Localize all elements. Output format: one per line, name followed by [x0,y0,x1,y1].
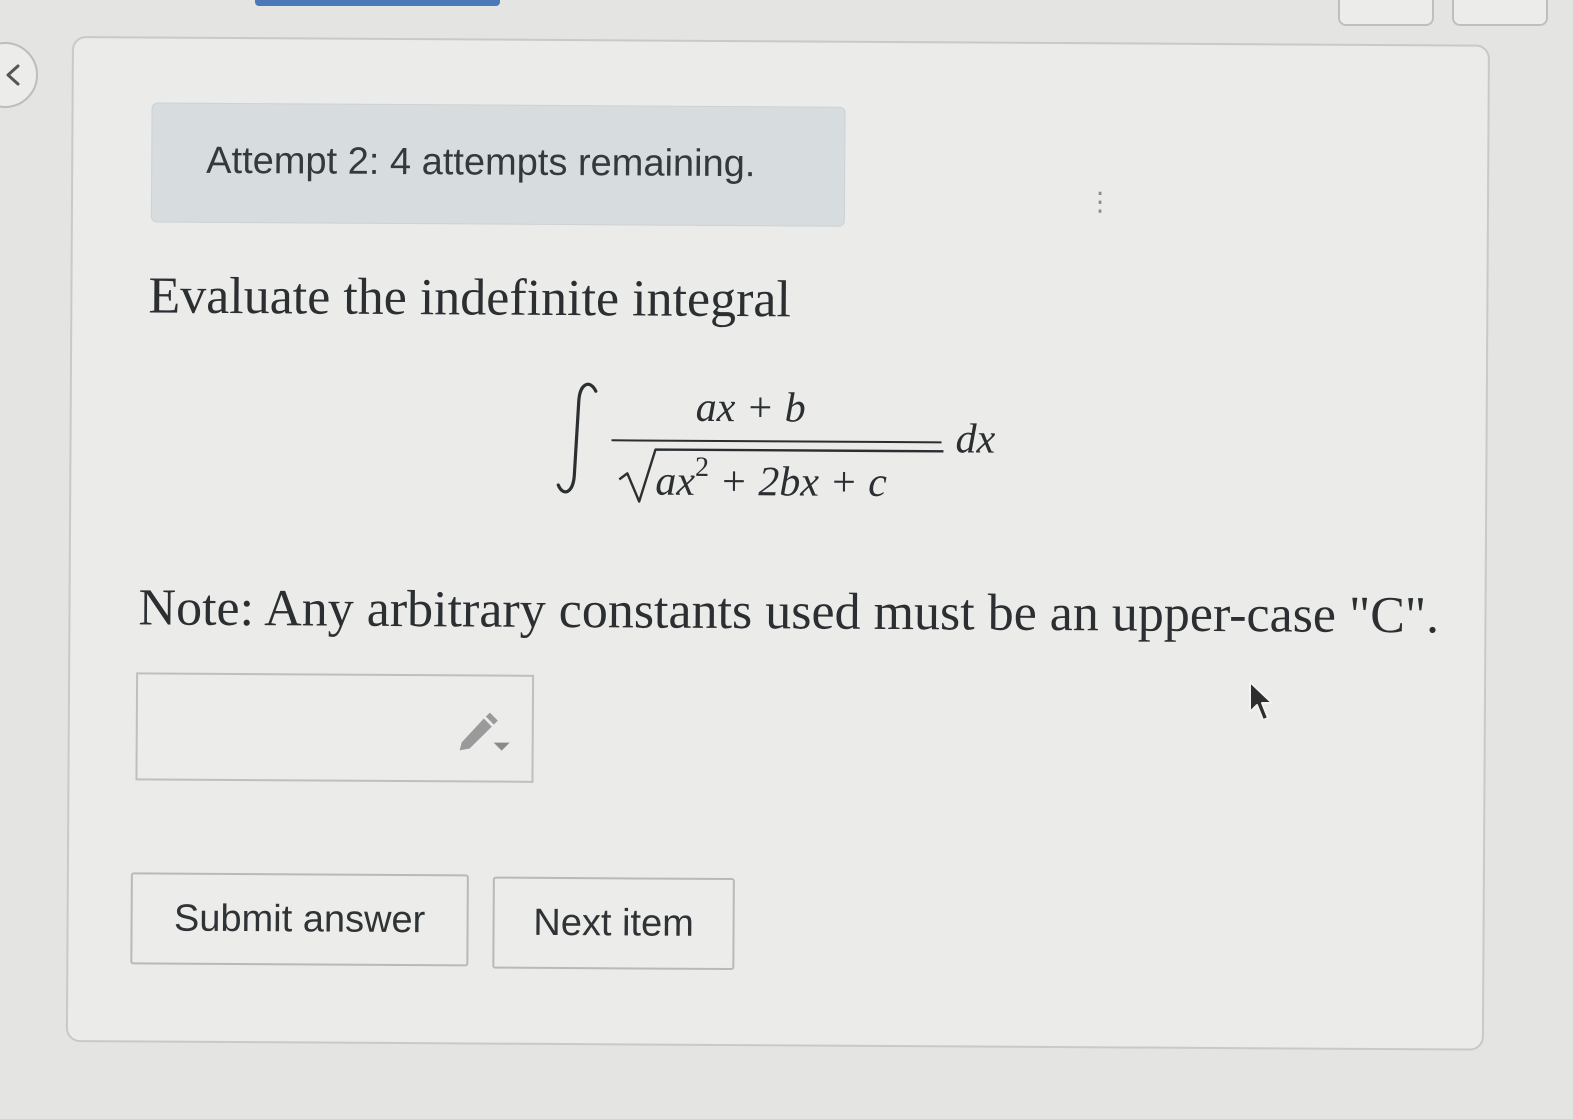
back-button[interactable] [0,42,38,108]
question-card: Attempt 2: 4 attempts remaining. ⋮ Evalu… [65,36,1490,1051]
formula-numerator: ax + b [695,384,806,432]
integral-sign-icon [556,382,598,494]
formula-differential: dx [955,416,996,463]
question-prompt: Evaluate the indefinite integral [148,267,792,329]
top-toolbar-button-1[interactable] [1338,0,1434,26]
denominator-base: ax [655,458,696,505]
top-toolbar-button-2[interactable] [1452,0,1548,26]
chevron-left-icon [6,64,20,86]
attempt-banner: Attempt 2: 4 attempts remaining. [150,102,846,227]
denominator-rest: + 2bx + c [708,458,888,506]
answer-input[interactable] [135,672,535,783]
formula-denominator: ax2 + 2bx + c [655,452,888,507]
submit-answer-button[interactable]: Submit answer [130,872,469,967]
top-progress-accent [255,0,500,6]
denominator-exponent: 2 [694,451,710,483]
drag-handle-dots: ⋮ [1086,186,1114,217]
constant-note: Note: Any arbitrary constants used must … [138,579,1440,645]
next-item-button[interactable]: Next item [492,876,735,971]
attempt-status-text: Attempt 2: 4 attempts remaining. [206,139,756,186]
integral-formula: ax + b ax2 + 2bx + c dx [555,379,1016,512]
mouse-cursor-icon [1249,681,1273,721]
pencil-icon[interactable] [456,708,512,752]
